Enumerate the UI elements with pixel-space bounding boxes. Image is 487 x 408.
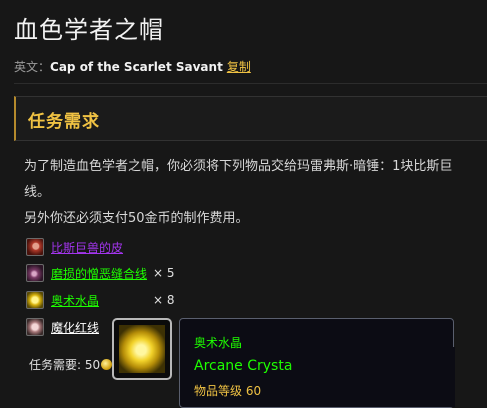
fee-text: 另外你还必须支付50金币的制作费用。 (24, 211, 249, 226)
required-item-beast-hide: 比斯巨兽的皮 (26, 236, 123, 258)
required-item-stitching: 磨损的憎恶缝合线 × 5 (26, 262, 175, 284)
gold-coin-icon (101, 359, 113, 370)
tooltip-fade (287, 347, 455, 407)
tooltip-name-en: Arcane Crysta (194, 358, 293, 374)
required-item-arcane-crystal: 奥术水晶 × 8 (26, 289, 175, 311)
arcane-crystal-icon (119, 325, 165, 373)
item-link-red-thread[interactable]: 魔化红线 (51, 319, 99, 336)
beast-hide-icon[interactable] (26, 238, 44, 256)
cost-label: 任务需要: 50 (29, 358, 101, 372)
english-label: 英文： (14, 60, 51, 74)
red-thread-icon[interactable] (26, 318, 44, 336)
divider (14, 83, 487, 84)
item-link-arcane-crystal[interactable]: 奥术水晶 (51, 292, 99, 309)
item-quantity: × 5 (153, 266, 175, 280)
item-link-stitching[interactable]: 磨损的憎恶缝合线 (51, 265, 147, 282)
section-title: 任务需求 (28, 112, 100, 132)
stitching-thread-icon[interactable] (26, 264, 44, 282)
item-link-beast-hide[interactable]: 比斯巨兽的皮 (51, 239, 123, 256)
copy-button[interactable]: 复制 (227, 60, 251, 74)
item-tooltip: 奥术水晶 Arcane Crysta 物品等级 60 (179, 318, 455, 408)
quest-description-continued: 线。 (24, 185, 51, 200)
tooltip-name-cn: 奥术水晶 (194, 336, 243, 350)
quest-description: 为了制造血色学者之帽，你必须将下列物品交给玛雷弗斯·暗锤：1块比斯巨 (24, 159, 453, 174)
item-quantity: × 8 (153, 293, 175, 307)
page-title: 血色学者之帽 (14, 16, 164, 44)
quest-requirements-header: 任务需求 (14, 96, 487, 141)
tooltip-item-icon (112, 318, 172, 380)
cost-row: 任务需要: 50 (29, 356, 113, 373)
tooltip-item-level: 物品等级 60 (194, 384, 262, 398)
english-name-row: 英文：Cap of the Scarlet Savant 复制 (14, 58, 251, 75)
english-name: Cap of the Scarlet Savant (50, 60, 223, 74)
required-item-red-thread: 魔化红线 (26, 316, 99, 338)
arcane-crystal-icon[interactable] (26, 291, 44, 309)
